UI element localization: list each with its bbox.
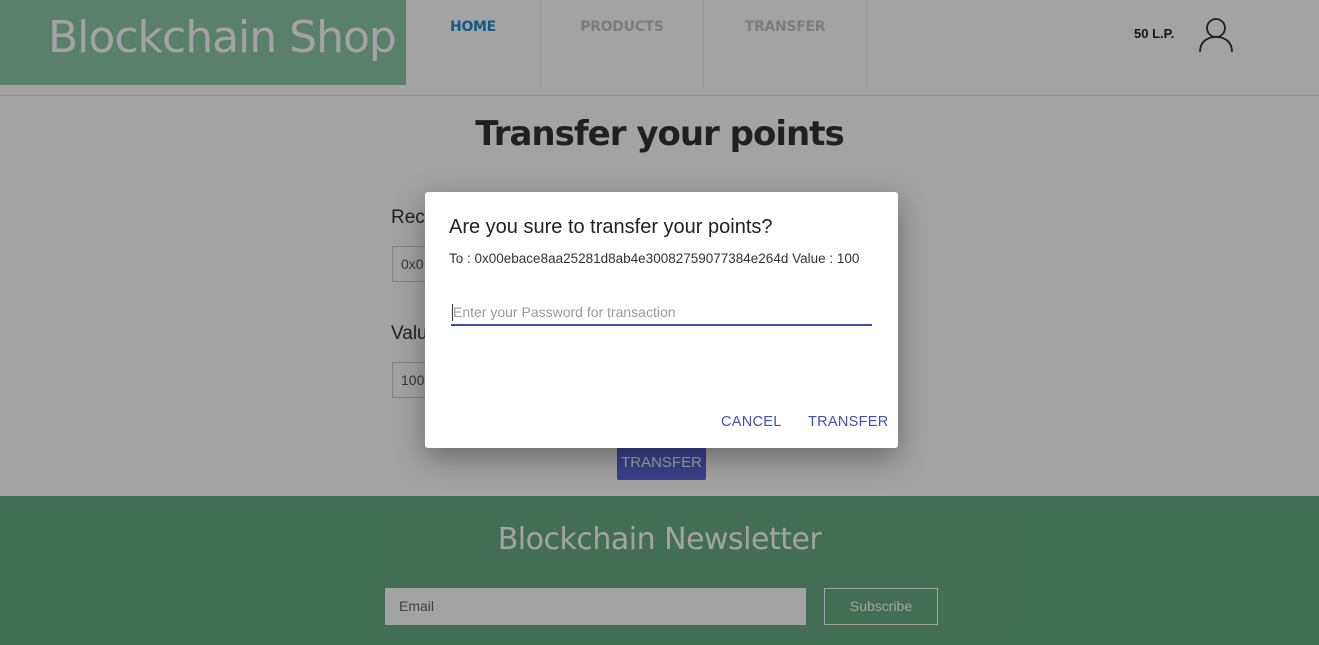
password-input[interactable]: Enter your Password for transaction (451, 298, 872, 326)
dialog-title: Are you sure to transfer your points? (449, 216, 773, 238)
confirm-transfer-button[interactable]: TRANSFER (808, 414, 889, 430)
text-caret (452, 304, 453, 321)
confirm-transfer-dialog: Are you sure to transfer your points? To… (425, 192, 898, 448)
dialog-details: To : 0x00ebace8aa25281d8ab4e300827590773… (449, 251, 860, 266)
cancel-button[interactable]: CANCEL (721, 414, 782, 430)
